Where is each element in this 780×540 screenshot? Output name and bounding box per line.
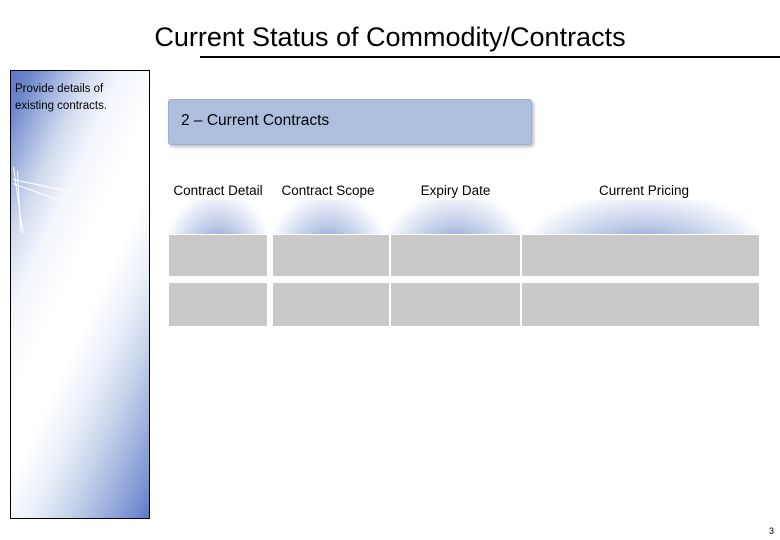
table-header-label: Contract Scope: [281, 183, 375, 198]
page-title: Current Status of Commodity/Contracts: [154, 22, 626, 52]
table-header-label: Current Pricing: [598, 183, 690, 198]
table-header-row: Contract Detail Contract Scope Expiry Da…: [168, 172, 760, 234]
table-header-cell-contract-scope: Contract Scope: [273, 172, 383, 234]
table-row[interactable]: [390, 282, 521, 327]
table-row[interactable]: [390, 234, 521, 277]
table-header-cell-expiry-date: Expiry Date: [388, 172, 523, 234]
header-glow: [168, 200, 268, 234]
table-header-label: Contract Detail: [173, 183, 263, 198]
note-panel: Provide details of existing contracts.: [10, 70, 150, 519]
table-row[interactable]: [168, 234, 268, 277]
contracts-table: Contract Detail Contract Scope Expiry Da…: [168, 172, 760, 334]
fan-line-2: [12, 183, 64, 203]
table-row[interactable]: [521, 282, 760, 327]
table-header-cell-contract-detail: Contract Detail: [168, 172, 268, 234]
header-glow: [528, 200, 760, 234]
header-glow: [388, 200, 523, 234]
title-underline: [200, 56, 780, 58]
section-header-box: 2 – Current Contracts: [168, 99, 532, 145]
table-header-cell-current-pricing: Current Pricing: [528, 172, 760, 234]
table-row[interactable]: [521, 234, 760, 277]
header-glow: [273, 200, 383, 234]
table-header-label: Expiry Date: [420, 183, 491, 198]
page-number: 3: [768, 526, 774, 536]
note-text: Provide details of existing contracts.: [15, 83, 108, 112]
table-row[interactable]: [168, 282, 268, 327]
table-row[interactable]: [272, 234, 390, 277]
table-row[interactable]: [272, 282, 390, 327]
section-header-label: 2 – Current Contracts: [181, 112, 330, 129]
